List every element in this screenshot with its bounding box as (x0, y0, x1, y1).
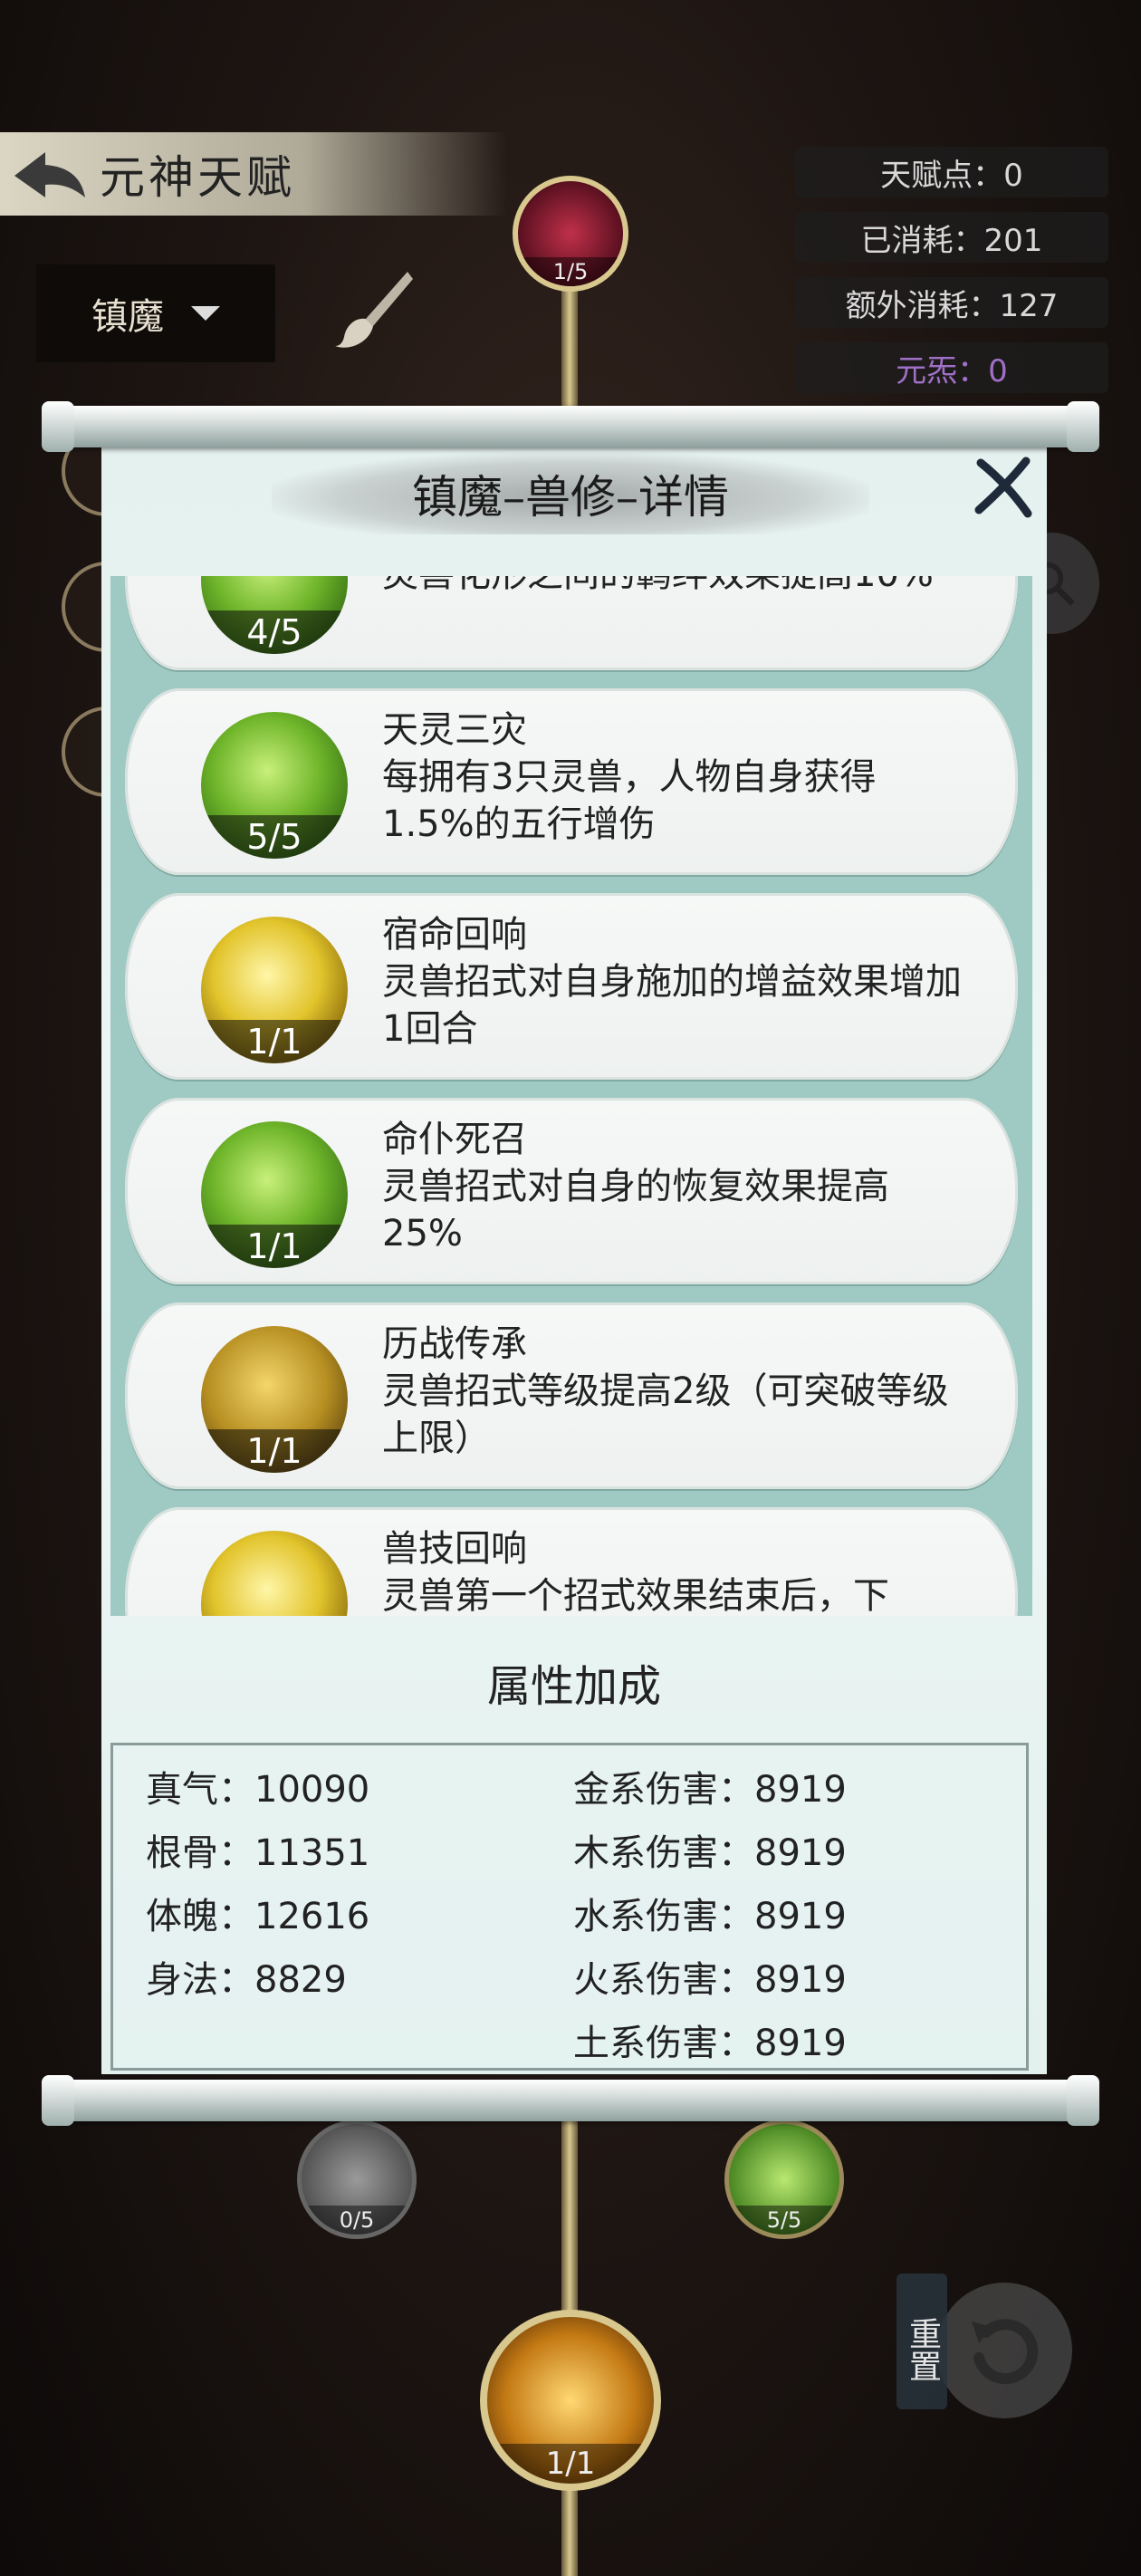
talent-name: 兽技回响 (382, 1528, 527, 1570)
reset-label[interactable]: 重置 (896, 2273, 947, 2409)
talent-text: 灵兽化形之间的羁绊效果提高10% (382, 576, 964, 598)
school-dropdown-value: 镇魔 (91, 296, 164, 338)
talent-row[interactable]: 1/1 历战传承 灵兽招式等级提高2级（可突破等级上限） (125, 1302, 1018, 1489)
talent-level: 4/5 (201, 610, 348, 654)
talent-text: 天灵三灾 每拥有3只灵兽，人物自身获得1.5%的五行增伤 (382, 706, 964, 848)
talent-text: 兽技回响 灵兽第一个招式效果结束后，下 (382, 1525, 964, 1616)
talent-list: 4/5 灵兽化形之间的羁绊效果提高10% 5/5 天灵三灾 每拥有3只灵兽，人物… (125, 576, 1018, 1616)
talent-name: 命仆死召 (382, 1119, 527, 1160)
talent-row[interactable]: 1/1 宿命回响 灵兽招式对自身施加的增益效果增加1回合 (125, 893, 1018, 1080)
stat-tipo: 体魄：12616 (146, 1896, 370, 1937)
talent-icon: 4/5 (201, 576, 348, 654)
talent-row[interactable]: 4/5 灵兽化形之间的羁绊效果提高10% (125, 576, 1018, 670)
talent-desc: 灵兽招式等级提高2级（可突破等级上限） (382, 1370, 949, 1459)
tree-node-top[interactable]: 1/5 (513, 176, 628, 292)
talent-text: 历战传承 灵兽招式等级提高2级（可突破等级上限） (382, 1321, 964, 1462)
talent-row[interactable]: 兽技回响 灵兽第一个招式效果结束后，下 (125, 1507, 1018, 1616)
scroll-rod-bottom (42, 2075, 1099, 2126)
talent-level: 5/5 (201, 815, 348, 859)
talent-list-viewport[interactable]: 4/5 灵兽化形之间的羁绊效果提高10% 5/5 天灵三灾 每拥有3只灵兽，人物… (110, 576, 1032, 1616)
refresh-icon (972, 2319, 1039, 2385)
back-arrow-icon (14, 152, 85, 197)
tree-node-count: 5/5 (729, 2206, 839, 2235)
stat-shenfa: 身法：8829 (146, 1959, 347, 2001)
tree-node-count: 1/1 (487, 2444, 654, 2484)
stat-wood-damage: 木系伤害：8919 (573, 1832, 847, 1874)
stats-title: 属性加成 (486, 1661, 661, 1712)
stat-water-damage: 水系伤害：8919 (573, 1896, 847, 1937)
page-title: 元神天赋 (100, 151, 295, 204)
yuanbao-points: 元炁：0 (795, 342, 1108, 393)
talent-desc: 灵兽招式对自身的恢复效果提高25% (382, 1166, 889, 1254)
stat-gengu: 根骨：11351 (146, 1832, 370, 1874)
brush-button[interactable] (330, 263, 420, 353)
talent-desc: 灵兽化形之间的羁绊效果提高10% (382, 576, 964, 598)
talent-level: 1/1 (201, 1020, 348, 1063)
talent-name: 天灵三灾 (382, 709, 527, 751)
stats-left-column: 真气：10090 根骨：11351 体魄：12616 身法：8829 (146, 1758, 369, 2012)
close-button[interactable] (969, 453, 1038, 522)
talent-level: 1/1 (201, 1429, 348, 1473)
chevron-down-icon (191, 306, 220, 321)
brush-icon (335, 272, 413, 348)
back-button[interactable] (0, 132, 100, 216)
talent-level: 1/1 (201, 1225, 348, 1268)
extra-consumed-points: 额外消耗：127 (795, 277, 1108, 328)
panel-title: 镇魔–兽修–详情 (272, 453, 869, 534)
talent-name: 历战传承 (382, 1323, 527, 1365)
tree-node-count: 0/5 (302, 2206, 412, 2235)
stats-box: 真气：10090 根骨：11351 体魄：12616 身法：8829 金系伤害：… (110, 1743, 1029, 2071)
talent-icon: 5/5 (201, 712, 348, 859)
close-icon (974, 457, 1032, 518)
header-bar: 元神天赋 (0, 132, 507, 216)
talent-icon: 1/1 (201, 1326, 348, 1473)
talent-desc: 灵兽招式对自身施加的增益效果增加1回合 (382, 961, 962, 1050)
school-dropdown[interactable]: 镇魔 (36, 264, 275, 362)
tree-node-count: 1/5 (518, 257, 623, 286)
stat-metal-damage: 金系伤害：8919 (573, 1769, 847, 1811)
tree-node-bottom[interactable]: 1/1 (480, 2310, 661, 2491)
stat-zhenqi: 真气：10090 (146, 1769, 370, 1811)
stats-right-column: 金系伤害：8919 木系伤害：8919 水系伤害：8919 火系伤害：8919 … (573, 1758, 847, 2075)
talent-icon (201, 1531, 348, 1616)
talent-icon: 1/1 (201, 1121, 348, 1268)
tree-node-left[interactable]: 0/5 (297, 2119, 417, 2239)
tree-node-right[interactable]: 5/5 (724, 2119, 844, 2239)
talent-text: 命仆死召 灵兽招式对自身的恢复效果提高25% (382, 1116, 964, 1257)
talent-text: 宿命回响 灵兽招式对自身施加的增益效果增加1回合 (382, 911, 964, 1053)
talent-name: 宿命回响 (382, 914, 527, 956)
consumed-points: 已消耗：201 (795, 212, 1108, 263)
stat-fire-damage: 火系伤害：8919 (573, 1959, 847, 2001)
talent-desc: 灵兽第一个招式效果结束后，下 (382, 1575, 889, 1616)
talent-icon: 1/1 (201, 917, 348, 1063)
talent-row[interactable]: 5/5 天灵三灾 每拥有3只灵兽，人物自身获得1.5%的五行增伤 (125, 688, 1018, 875)
talent-points: 天赋点：0 (795, 147, 1108, 197)
scroll-rod-top (42, 401, 1099, 452)
talent-row[interactable]: 1/1 命仆死召 灵兽招式对自身的恢复效果提高25% (125, 1098, 1018, 1284)
reset-button[interactable] (936, 2283, 1072, 2418)
stat-earth-damage: 土系伤害：8919 (573, 2023, 847, 2064)
talent-desc: 每拥有3只灵兽，人物自身获得1.5%的五行增伤 (382, 756, 877, 845)
